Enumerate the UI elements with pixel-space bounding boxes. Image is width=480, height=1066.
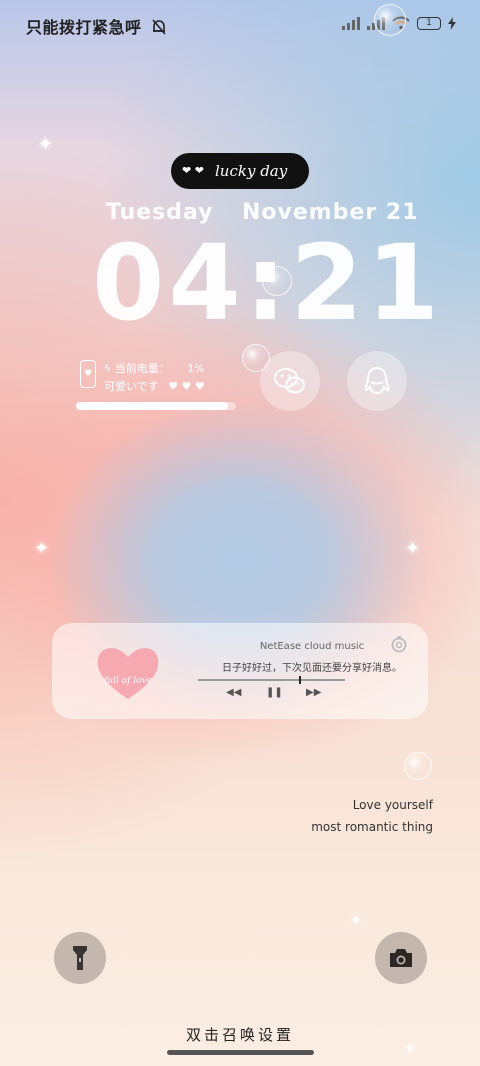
battery-progress-bar <box>76 402 236 410</box>
pause-button[interactable]: ❚❚ <box>266 687 283 698</box>
status-carrier-text: 只能拨打紧急呼 <box>26 14 168 38</box>
music-widget[interactable]: full of love NetEase cloud music 日子好好过，下… <box>52 623 428 719</box>
previous-button[interactable]: ◀◀ <box>226 687 241 698</box>
qq-penguin-icon <box>364 366 390 395</box>
bubble-decoration <box>374 4 406 36</box>
camera-icon <box>390 949 412 967</box>
battery-widget: ♥ ϟ 当前电量： 1% 可爱いです ♥ ♥ ♥ <box>76 358 236 414</box>
pill-label: lucky day <box>215 162 288 180</box>
battery-icon: 1 <box>417 16 441 30</box>
lucky-day-pill: ❤︎ ❤︎ lucky day <box>171 153 309 189</box>
music-lyric: 日子好好过，下次见面还要分享好消息。 <box>222 663 402 674</box>
battery-row: ϟ 当前电量： 1% <box>104 360 205 376</box>
flashlight-button[interactable] <box>54 932 106 984</box>
netease-music-icon <box>391 635 407 653</box>
flashlight-icon <box>73 946 87 970</box>
double-tap-hint: 双击召唤设置 <box>185 1026 294 1044</box>
hearts-icon: ♥ ♥ ♥ <box>168 380 205 393</box>
next-button[interactable]: ▶▶ <box>306 687 321 698</box>
quote-line-2: most romantic thing <box>311 820 433 834</box>
bolt-icon: ϟ <box>104 362 112 375</box>
carrier-label: 只能拨打紧急呼 <box>26 18 142 37</box>
music-progress-track[interactable] <box>198 676 345 684</box>
hearts-icon: ❤︎ ❤︎ <box>182 164 204 177</box>
charging-bolt-icon <box>448 16 456 30</box>
sparkle-icon: ✦ <box>34 538 50 559</box>
album-cover-text: full of love <box>103 676 152 686</box>
camera-button[interactable] <box>375 932 427 984</box>
battery-label: 当前电量： <box>114 362 170 375</box>
wechat-shortcut-button[interactable] <box>260 351 320 411</box>
battery-subtitle: 可爱いです <box>104 380 159 393</box>
music-progress-knob[interactable] <box>299 676 302 684</box>
clock-time: 04:21 <box>92 222 444 344</box>
quote-line-1: Love yourself <box>352 798 433 812</box>
qq-shortcut-button[interactable] <box>347 351 407 411</box>
album-heart-cover: full of love <box>97 648 159 699</box>
bubble-decoration <box>404 752 432 780</box>
sparkle-icon: ✦ <box>38 134 54 155</box>
wechat-icon <box>274 368 305 394</box>
battery-subtitle-row: 可爱いです ♥ ♥ ♥ <box>104 378 205 394</box>
battery-progress-fill <box>76 402 228 410</box>
sparkle-icon: ✦ <box>350 913 362 929</box>
sparkle-icon: ✦ <box>405 538 421 559</box>
phone-heart-icon: ♥ <box>80 360 96 388</box>
home-indicator[interactable] <box>167 1050 314 1055</box>
signal-icon <box>342 16 360 30</box>
mute-bell-icon <box>151 19 166 35</box>
battery-percent: 1% <box>187 362 205 375</box>
